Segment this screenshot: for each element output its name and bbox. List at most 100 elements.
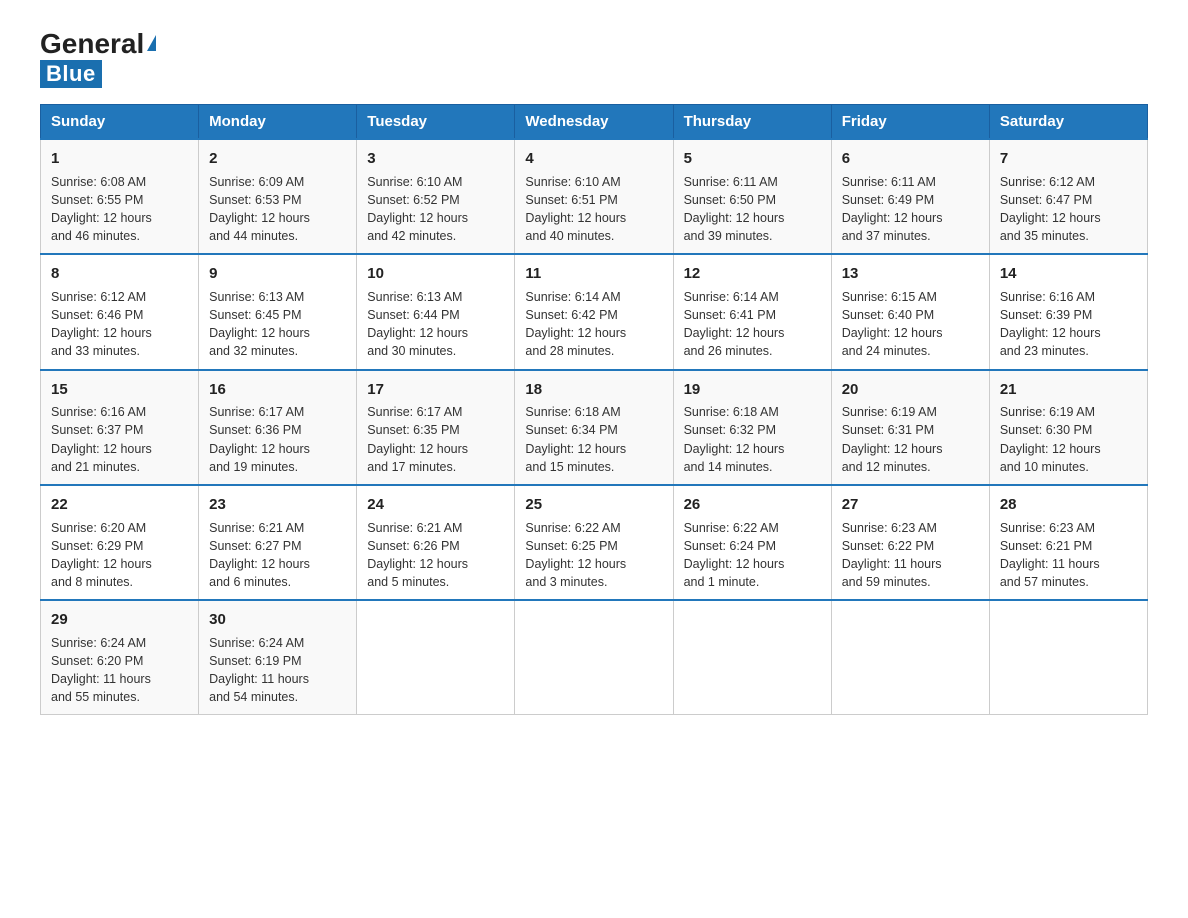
day-number: 5 bbox=[684, 148, 821, 170]
day-info: Sunrise: 6:16 AMSunset: 6:39 PMDaylight:… bbox=[1000, 288, 1137, 361]
day-info: Sunrise: 6:20 AMSunset: 6:29 PMDaylight:… bbox=[51, 519, 188, 592]
day-number: 19 bbox=[684, 379, 821, 401]
day-number: 3 bbox=[367, 148, 504, 170]
day-info: Sunrise: 6:13 AMSunset: 6:45 PMDaylight:… bbox=[209, 288, 346, 361]
col-header-friday: Friday bbox=[831, 105, 989, 140]
day-number: 23 bbox=[209, 494, 346, 516]
calendar-cell: 4 Sunrise: 6:10 AMSunset: 6:51 PMDaylight… bbox=[515, 139, 673, 254]
day-number: 10 bbox=[367, 263, 504, 285]
calendar-cell: 30 Sunrise: 6:24 AMSunset: 6:19 PMDayligh… bbox=[199, 600, 357, 715]
day-number: 13 bbox=[842, 263, 979, 285]
calendar-cell: 19Sunrise: 6:18 AMSunset: 6:32 PMDayligh… bbox=[673, 370, 831, 485]
day-number: 18 bbox=[525, 379, 662, 401]
day-info: Sunrise: 6:22 AMSunset: 6:25 PMDaylight:… bbox=[525, 519, 662, 592]
col-header-monday: Monday bbox=[199, 105, 357, 140]
day-info: Sunrise: 6:19 AMSunset: 6:31 PMDaylight:… bbox=[842, 403, 979, 476]
day-number: 29 bbox=[51, 609, 188, 631]
day-info: Sunrise: 6:14 AMSunset: 6:41 PMDaylight:… bbox=[684, 288, 821, 361]
day-info: Sunrise: 6:11 AMSunset: 6:49 PMDaylight:… bbox=[842, 173, 979, 246]
day-number: 26 bbox=[684, 494, 821, 516]
day-info: Sunrise: 6:16 AMSunset: 6:37 PMDaylight:… bbox=[51, 403, 188, 476]
day-number: 2 bbox=[209, 148, 346, 170]
day-number: 27 bbox=[842, 494, 979, 516]
calendar-cell: 12 Sunrise: 6:14 AMSunset: 6:41 PMDayligh… bbox=[673, 254, 831, 369]
day-number: 8 bbox=[51, 263, 188, 285]
day-number: 30 bbox=[209, 609, 346, 631]
calendar-cell: 28 Sunrise: 6:23 AMSunset: 6:21 PMDayligh… bbox=[989, 485, 1147, 600]
day-info: Sunrise: 6:24 AMSunset: 6:19 PMDaylight:… bbox=[209, 634, 346, 707]
col-header-wednesday: Wednesday bbox=[515, 105, 673, 140]
calendar-cell bbox=[357, 600, 515, 715]
calendar-week-row: 8Sunrise: 6:12 AMSunset: 6:46 PMDaylight… bbox=[41, 254, 1148, 369]
day-number: 24 bbox=[367, 494, 504, 516]
calendar-week-row: 1 Sunrise: 6:08 AMSunset: 6:55 PMDaylight… bbox=[41, 139, 1148, 254]
day-info: Sunrise: 6:18 AMSunset: 6:34 PMDaylight:… bbox=[525, 403, 662, 476]
calendar-header-row: SundayMondayTuesdayWednesdayThursdayFrid… bbox=[41, 105, 1148, 140]
logo-triangle-icon bbox=[147, 35, 156, 51]
day-info: Sunrise: 6:11 AMSunset: 6:50 PMDaylight:… bbox=[684, 173, 821, 246]
day-number: 12 bbox=[684, 263, 821, 285]
day-number: 28 bbox=[1000, 494, 1137, 516]
day-info: Sunrise: 6:22 AMSunset: 6:24 PMDaylight:… bbox=[684, 519, 821, 592]
day-info: Sunrise: 6:17 AMSunset: 6:36 PMDaylight:… bbox=[209, 403, 346, 476]
day-info: Sunrise: 6:14 AMSunset: 6:42 PMDaylight:… bbox=[525, 288, 662, 361]
day-number: 1 bbox=[51, 148, 188, 170]
day-info: Sunrise: 6:18 AMSunset: 6:32 PMDaylight:… bbox=[684, 403, 821, 476]
day-info: Sunrise: 6:17 AMSunset: 6:35 PMDaylight:… bbox=[367, 403, 504, 476]
day-number: 25 bbox=[525, 494, 662, 516]
logo-blue: Blue bbox=[40, 60, 102, 88]
calendar-cell: 5 Sunrise: 6:11 AMSunset: 6:50 PMDaylight… bbox=[673, 139, 831, 254]
calendar-cell: 6 Sunrise: 6:11 AMSunset: 6:49 PMDaylight… bbox=[831, 139, 989, 254]
calendar-cell bbox=[673, 600, 831, 715]
day-info: Sunrise: 6:09 AMSunset: 6:53 PMDaylight:… bbox=[209, 173, 346, 246]
calendar-week-row: 29 Sunrise: 6:24 AMSunset: 6:20 PMDayligh… bbox=[41, 600, 1148, 715]
day-info: Sunrise: 6:19 AMSunset: 6:30 PMDaylight:… bbox=[1000, 403, 1137, 476]
calendar-cell bbox=[831, 600, 989, 715]
calendar-cell: 14Sunrise: 6:16 AMSunset: 6:39 PMDayligh… bbox=[989, 254, 1147, 369]
calendar-cell: 8Sunrise: 6:12 AMSunset: 6:46 PMDaylight… bbox=[41, 254, 199, 369]
day-number: 21 bbox=[1000, 379, 1137, 401]
calendar-cell: 16Sunrise: 6:17 AMSunset: 6:36 PMDayligh… bbox=[199, 370, 357, 485]
day-number: 15 bbox=[51, 379, 188, 401]
calendar-cell: 25 Sunrise: 6:22 AMSunset: 6:25 PMDayligh… bbox=[515, 485, 673, 600]
calendar-cell: 29 Sunrise: 6:24 AMSunset: 6:20 PMDayligh… bbox=[41, 600, 199, 715]
day-number: 20 bbox=[842, 379, 979, 401]
calendar-cell bbox=[515, 600, 673, 715]
day-info: Sunrise: 6:15 AMSunset: 6:40 PMDaylight:… bbox=[842, 288, 979, 361]
day-info: Sunrise: 6:12 AMSunset: 6:47 PMDaylight:… bbox=[1000, 173, 1137, 246]
calendar-cell: 7 Sunrise: 6:12 AMSunset: 6:47 PMDaylight… bbox=[989, 139, 1147, 254]
calendar-cell: 18Sunrise: 6:18 AMSunset: 6:34 PMDayligh… bbox=[515, 370, 673, 485]
day-info: Sunrise: 6:10 AMSunset: 6:52 PMDaylight:… bbox=[367, 173, 504, 246]
page-header: General Blue bbox=[40, 30, 1148, 88]
calendar-week-row: 22 Sunrise: 6:20 AMSunset: 6:29 PMDayligh… bbox=[41, 485, 1148, 600]
day-info: Sunrise: 6:24 AMSunset: 6:20 PMDaylight:… bbox=[51, 634, 188, 707]
calendar-cell: 15Sunrise: 6:16 AMSunset: 6:37 PMDayligh… bbox=[41, 370, 199, 485]
calendar-cell: 17Sunrise: 6:17 AMSunset: 6:35 PMDayligh… bbox=[357, 370, 515, 485]
calendar-cell: 13 Sunrise: 6:15 AMSunset: 6:40 PMDayligh… bbox=[831, 254, 989, 369]
calendar-cell: 20Sunrise: 6:19 AMSunset: 6:31 PMDayligh… bbox=[831, 370, 989, 485]
day-number: 16 bbox=[209, 379, 346, 401]
col-header-sunday: Sunday bbox=[41, 105, 199, 140]
logo: General Blue bbox=[40, 30, 156, 88]
day-number: 9 bbox=[209, 263, 346, 285]
day-number: 22 bbox=[51, 494, 188, 516]
day-info: Sunrise: 6:21 AMSunset: 6:27 PMDaylight:… bbox=[209, 519, 346, 592]
day-info: Sunrise: 6:08 AMSunset: 6:55 PMDaylight:… bbox=[51, 173, 188, 246]
calendar-week-row: 15Sunrise: 6:16 AMSunset: 6:37 PMDayligh… bbox=[41, 370, 1148, 485]
day-info: Sunrise: 6:10 AMSunset: 6:51 PMDaylight:… bbox=[525, 173, 662, 246]
col-header-thursday: Thursday bbox=[673, 105, 831, 140]
calendar-cell: 27Sunrise: 6:23 AMSunset: 6:22 PMDayligh… bbox=[831, 485, 989, 600]
day-number: 6 bbox=[842, 148, 979, 170]
day-number: 7 bbox=[1000, 148, 1137, 170]
calendar-cell: 2 Sunrise: 6:09 AMSunset: 6:53 PMDaylight… bbox=[199, 139, 357, 254]
day-info: Sunrise: 6:23 AMSunset: 6:21 PMDaylight:… bbox=[1000, 519, 1137, 592]
calendar-cell: 1 Sunrise: 6:08 AMSunset: 6:55 PMDaylight… bbox=[41, 139, 199, 254]
day-number: 4 bbox=[525, 148, 662, 170]
calendar-cell: 26 Sunrise: 6:22 AMSunset: 6:24 PMDayligh… bbox=[673, 485, 831, 600]
day-info: Sunrise: 6:21 AMSunset: 6:26 PMDaylight:… bbox=[367, 519, 504, 592]
calendar-table: SundayMondayTuesdayWednesdayThursdayFrid… bbox=[40, 104, 1148, 715]
logo-general: General bbox=[40, 30, 144, 58]
day-number: 11 bbox=[525, 263, 662, 285]
col-header-saturday: Saturday bbox=[989, 105, 1147, 140]
calendar-cell: 9 Sunrise: 6:13 AMSunset: 6:45 PMDaylight… bbox=[199, 254, 357, 369]
